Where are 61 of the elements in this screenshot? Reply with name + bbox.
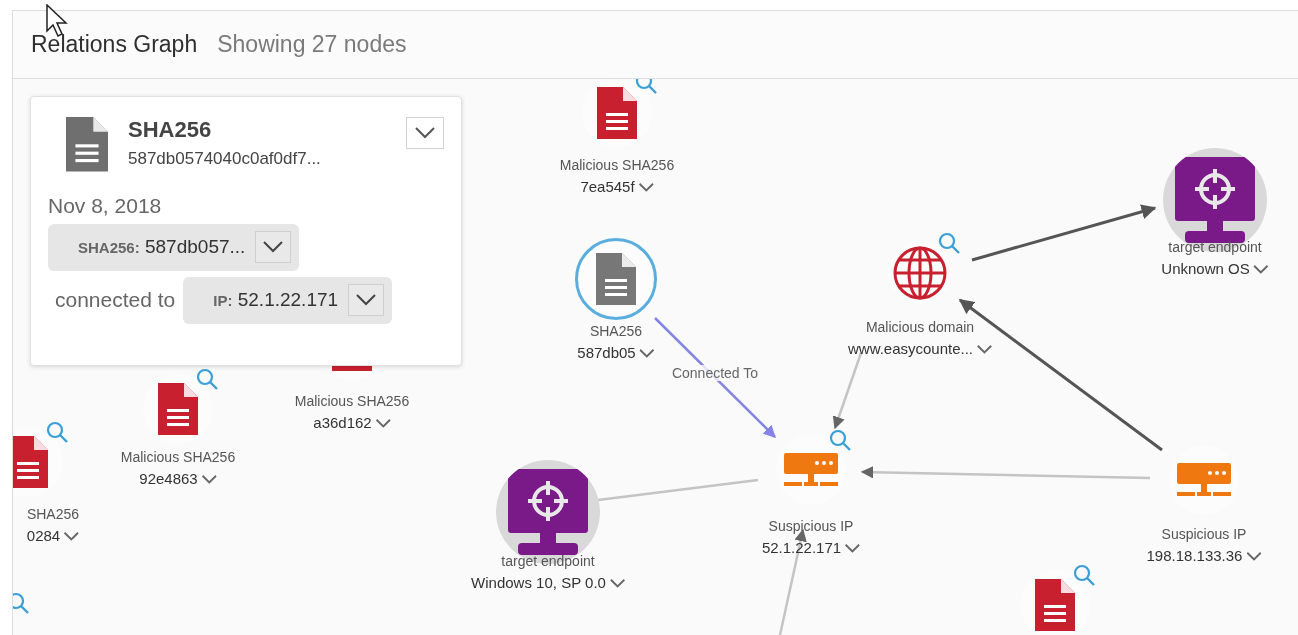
node-label: SHA256 (26, 506, 80, 523)
document-icon (597, 87, 637, 139)
node-value[interactable]: a36d162 (313, 414, 391, 432)
node-value[interactable]: 587db05 (577, 344, 655, 362)
node-label: target endpoint (1168, 239, 1262, 256)
server-icon (784, 453, 838, 487)
chevron-down-icon (609, 578, 625, 588)
card-date: Nov 8, 2018 (48, 193, 163, 218)
node-count: Showing 27 nodes (217, 31, 407, 58)
search-icon[interactable] (13, 592, 29, 614)
chip-dropdown-button[interactable] (348, 284, 385, 317)
node-label: Malicious SHA256 (120, 449, 236, 466)
node-label: Malicious SHA256 (559, 157, 675, 174)
node-value[interactable]: 0284 (26, 527, 80, 545)
search-icon[interactable] (829, 429, 851, 451)
expand-button[interactable] (406, 117, 444, 149)
edge-label: Connected To (671, 364, 759, 381)
card-hash: 587db0574040c0af0df7... (128, 149, 322, 169)
source-chip: SHA256: 587db057... (48, 223, 300, 271)
chevron-down-icon (64, 531, 80, 541)
node-label: target endpoint (501, 553, 595, 570)
chip-dropdown-button[interactable] (255, 231, 292, 264)
monitor-target-icon (508, 469, 588, 555)
chevron-down-icon (356, 294, 377, 307)
chevron-down-icon (639, 348, 655, 358)
chevron-down-icon (415, 127, 435, 139)
document-icon (1035, 579, 1075, 631)
chevron-down-icon (1246, 551, 1262, 561)
chevron-down-icon (1253, 264, 1269, 274)
chevron-down-icon (977, 344, 993, 354)
node-label: Malicious domain (865, 319, 975, 336)
node-label: SHA256 (589, 323, 643, 340)
chevron-down-icon (201, 474, 217, 484)
chevron-down-icon (638, 182, 654, 192)
card-type: SHA256 (128, 117, 213, 143)
node-value[interactable]: www.easycounte... (847, 340, 993, 358)
graph-title: Relations Graph (31, 31, 198, 58)
node-value[interactable]: 52.1.22.171 (761, 539, 861, 557)
node-label: Suspicious IP (1161, 526, 1247, 543)
target-chip: IP: 52.1.22.171 (183, 276, 393, 324)
chevron-down-icon (845, 543, 861, 553)
document-icon (596, 253, 636, 305)
node-value[interactable]: Windows 10, SP 0.0 (471, 574, 625, 592)
chevron-down-icon (375, 418, 391, 428)
node-value[interactable]: 198.18.133.36 (1146, 547, 1262, 565)
node-value[interactable]: 7ea545f (580, 178, 654, 196)
search-icon[interactable] (1073, 564, 1095, 586)
search-icon[interactable] (46, 421, 68, 443)
monitor-target-icon (1175, 157, 1255, 243)
node-label: Suspicious IP (768, 518, 854, 535)
document-icon (158, 383, 198, 435)
server-icon (1177, 463, 1231, 497)
relation-text: connected to (55, 288, 176, 313)
search-icon[interactable] (196, 368, 218, 390)
search-icon[interactable] (938, 232, 960, 254)
document-icon (66, 117, 108, 172)
node-label: Malicious SHA256 (294, 393, 410, 410)
chevron-down-icon (263, 241, 284, 254)
node-value[interactable]: 92e4863 (139, 470, 217, 488)
globe-icon (892, 245, 948, 301)
node-value[interactable]: Unknown OS (1161, 260, 1269, 278)
